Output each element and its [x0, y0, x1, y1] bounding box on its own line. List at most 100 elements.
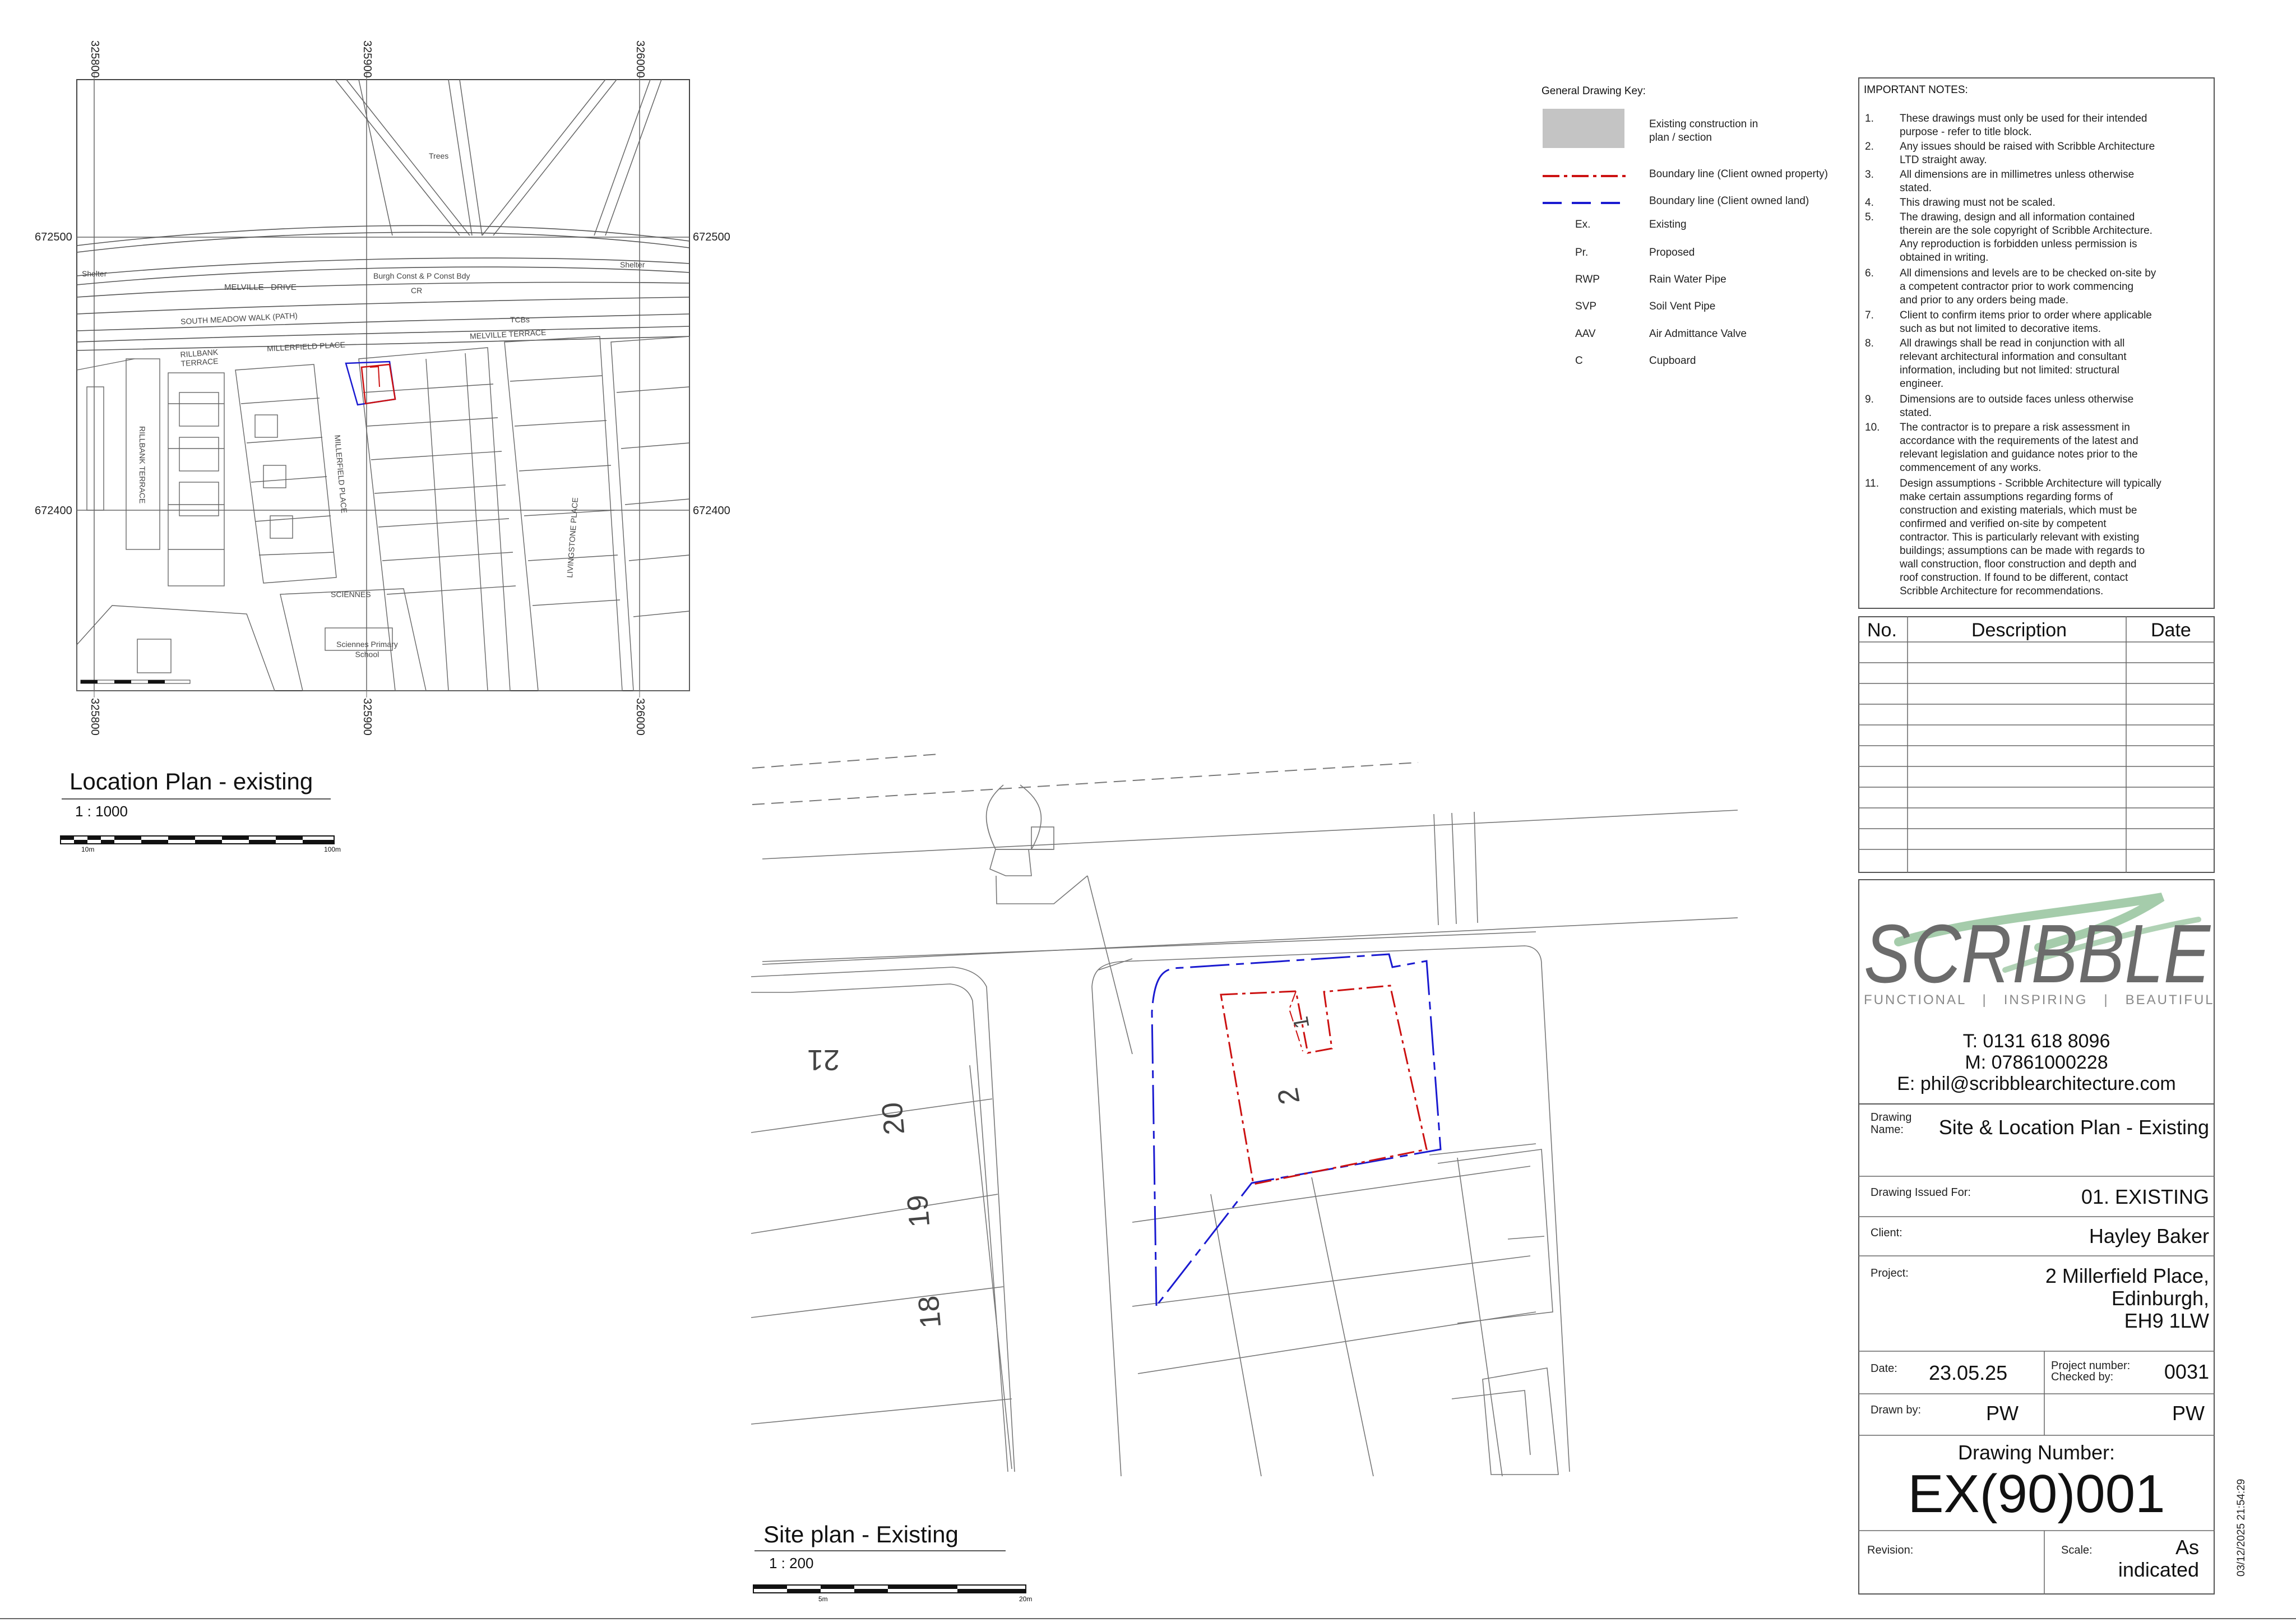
map-label-rillbank-terrace-vertical: RILLBANK TERRACE	[138, 426, 147, 504]
location-scalebar-label-2: 100m	[324, 845, 341, 853]
note-number: 8.	[1865, 338, 1874, 349]
company-phone: T: 0131 618 8096	[1962, 1030, 2110, 1052]
project-number-label: Project number: Checked by:	[2051, 1360, 2131, 1383]
note-text: This drawing must not be scaled.	[1900, 197, 2056, 209]
revisions-grid	[1858, 616, 2215, 873]
map-label-burgh: Burgh Const & P Const Bdy	[373, 271, 470, 280]
note-number: 7.	[1865, 309, 1874, 321]
drawing-number-value: EX(90)001	[1908, 1464, 2165, 1524]
client-label: Client:	[1871, 1227, 1902, 1239]
key-fill-swatch	[1543, 109, 1624, 148]
drawing-key: General Drawing Key: Existing constructi…	[1542, 83, 1855, 386]
map-label-cr: CR	[411, 286, 423, 295]
note-text: Dimensions are to outside faces unless o…	[1900, 394, 2134, 419]
issued-for-value: 01. EXISTING	[2081, 1185, 2209, 1208]
note-item: 4. This drawing must not be scaled.	[1865, 196, 2207, 211]
key-item-existing: Existing	[1649, 219, 1687, 230]
note-number: 2.	[1865, 141, 1874, 153]
grid-label-bottom-2: 325900	[361, 698, 373, 736]
site-scalebar-label-2: 20m	[1019, 1595, 1033, 1603]
note-item: 7. Client to confirm items prior to orde…	[1865, 309, 2207, 337]
map-label-rillbank-terrace: RILLBANK TERRACE	[179, 347, 219, 368]
map-label-school: Sciennes Primary School	[336, 640, 398, 659]
key-item-rwp: Rain Water Pipe	[1649, 274, 1726, 285]
site-plan-drawing	[751, 754, 1738, 1477]
scribble-logo-text: SCRIBBLE	[1864, 908, 2211, 1000]
note-text: All drawings shall be read in conjunctio…	[1900, 338, 2127, 390]
drawing-name-label: Drawing Name:	[1871, 1111, 1912, 1136]
note-text: All dimensions are in millimetres unless…	[1900, 169, 2135, 194]
drawn-by-label: Drawn by:	[1871, 1404, 1922, 1416]
note-item: 5. The drawing, design and all informati…	[1865, 211, 2207, 267]
note-item: 2. Any issues should be raised with Scri…	[1865, 140, 2207, 168]
scribble-logo: SCRIBBLE	[1864, 893, 2211, 1000]
key-symbol-c: C	[1575, 355, 1583, 367]
map-label-melville-drive: MELVILLE DRIVE	[224, 283, 297, 292]
note-item: 6. All dimensions and levels are to be c…	[1865, 267, 2207, 309]
location-scalebar-label-1: 10m	[81, 845, 95, 853]
note-number: 5.	[1865, 211, 1874, 223]
map-label-shelter-left: Shelter	[82, 269, 107, 278]
note-item: 11. Design assumptions - Scribble Archit…	[1865, 477, 2207, 603]
drawing-key-title: General Drawing Key:	[1542, 85, 1646, 97]
date-value: 23.05.25	[1929, 1361, 2008, 1384]
key-land-line-symbol	[1543, 202, 1627, 204]
issued-for-label: Drawing Issued For:	[1871, 1186, 1971, 1199]
note-number: 6.	[1865, 267, 1874, 279]
grid-label-right-2: 672400	[693, 505, 730, 517]
company-panel: SCRIBBLE FUNCTIONAL | INSPIRING | BEAUTI…	[1858, 879, 2215, 1105]
key-item-cupboard: Cupboard	[1649, 355, 1696, 367]
location-plan: 325800 325900 326000 325800 325900 32600…	[0, 0, 730, 863]
scale-value: As indicated	[2118, 1536, 2199, 1581]
scale-label: Scale:	[2061, 1544, 2093, 1556]
key-item-property-line: Boundary line (Client owned property)	[1649, 168, 1828, 180]
grid-label-left-1: 672500	[35, 231, 72, 243]
grid-label-top-3: 326000	[634, 40, 646, 78]
title-block: Drawing Name: Site & Location Plan - Exi…	[1858, 1103, 2215, 1595]
note-number: 3.	[1865, 169, 1874, 181]
grid-label-bottom-3: 326000	[634, 698, 646, 736]
map-label-trees: Trees	[429, 151, 449, 160]
site-scalebar-label-1: 5m	[818, 1595, 828, 1603]
location-plan-map	[76, 73, 690, 697]
note-text: Client to confirm items prior to order w…	[1900, 309, 2152, 335]
grid-label-left-2: 672400	[35, 505, 72, 517]
project-value: 2 Millerfield Place, Edinburgh, EH9 1LW	[2045, 1264, 2209, 1332]
site-plan: 21 20 19 18 2 1 Site plan - Existing 1 :…	[729, 729, 1738, 1622]
key-item-svp: Soil Vent Pipe	[1649, 301, 1716, 312]
company-mobile: M: 07861000228	[1965, 1052, 2108, 1073]
note-text: All dimensions and levels are to be chec…	[1900, 267, 2156, 306]
site-plan-title: Site plan - Existing	[763, 1521, 959, 1547]
important-notes-title: IMPORTANT NOTES:	[1864, 84, 1968, 96]
note-item: 10. The contractor is to prepare a risk …	[1865, 421, 2207, 477]
grid-label-top-2: 325900	[361, 40, 373, 78]
revisions-table: No. Description Date	[1858, 616, 2215, 873]
key-symbol-aav: AAV	[1575, 328, 1596, 340]
site-plan-scalebar	[753, 1584, 1026, 1593]
key-item-land-line: Boundary line (Client owned land)	[1649, 195, 1809, 207]
key-symbol-svp: SVP	[1575, 301, 1597, 312]
key-property-line-symbol	[1543, 175, 1627, 177]
note-item: 3. All dimensions are in millimetres unl…	[1865, 168, 2207, 196]
print-timestamp: 03/12/2025 21:54:29	[2235, 1478, 2247, 1577]
company-email: E: phil@scribblearchitecture.com	[1897, 1073, 2176, 1094]
note-text: The contractor is to prepare a risk asse…	[1900, 422, 2138, 474]
key-symbol-ex: Ex.	[1575, 219, 1591, 230]
site-plan-number-20: 20	[876, 1101, 911, 1136]
company-tagline: FUNCTIONAL | INSPIRING | BEAUTIFUL	[1864, 992, 2215, 1008]
drawing-name-value: Site & Location Plan - Existing	[1938, 1116, 2209, 1139]
location-plan-title: Location Plan - existing	[70, 768, 313, 794]
site-plan-title-underline	[754, 1550, 1006, 1551]
key-item-aav: Air Admittance Valve	[1649, 328, 1747, 340]
drawn-by-value: PW	[1986, 1402, 2019, 1425]
note-number: 9.	[1865, 394, 1874, 405]
revisions-header-date: Date	[2151, 620, 2191, 641]
client-value: Hayley Baker	[2089, 1224, 2209, 1247]
site-plan-number-19: 19	[901, 1193, 937, 1229]
date-label: Date:	[1871, 1362, 1897, 1375]
project-number-value: 0031	[2164, 1360, 2209, 1383]
note-text: Any issues should be raised with Scribbl…	[1900, 141, 2155, 166]
key-item-proposed: Proposed	[1649, 247, 1695, 258]
revisions-header-no: No.	[1867, 620, 1897, 641]
sheet-bottom-border	[0, 1618, 2296, 1619]
